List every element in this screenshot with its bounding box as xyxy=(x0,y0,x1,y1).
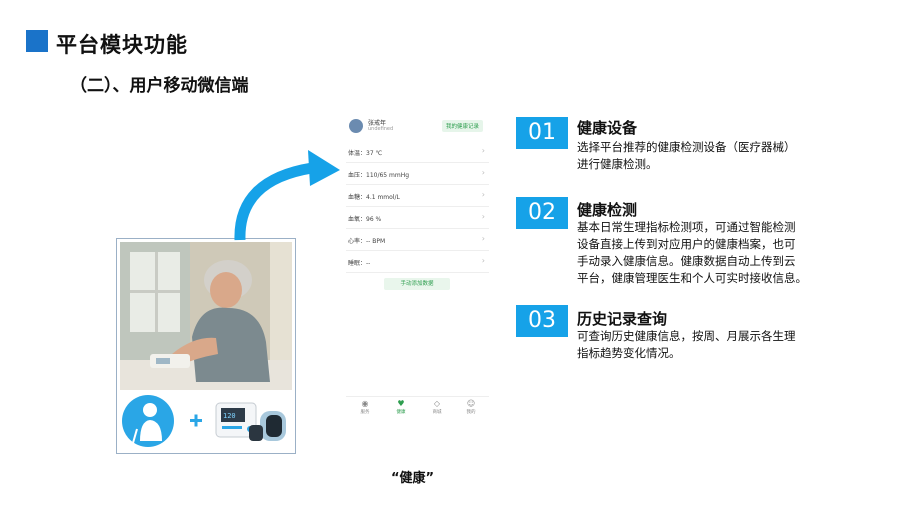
description-line: 手动录入健康信息。健康数据自动上传到云 xyxy=(577,254,796,268)
metric-row-heart-rate[interactable]: 心率：-- BPM › xyxy=(346,228,489,251)
feature-description: 选择平台推荐的健康检测设备（医疗器械） 进行健康检测。 xyxy=(577,139,847,173)
plus-icon xyxy=(190,414,202,427)
tab-label: 我的 xyxy=(466,410,476,415)
description-line: 基本日常生理指标检测项，可通过智能检测 xyxy=(577,220,796,234)
feature-number-badge: 01 xyxy=(516,117,568,149)
feature-title: 健康检测 xyxy=(577,201,638,219)
chevron-right-icon: › xyxy=(481,168,485,177)
metric-label: 血氧：96 % xyxy=(348,216,382,223)
health-record-button[interactable]: 我的健康记录 xyxy=(441,120,483,132)
description-line: 可查询历史健康信息，按周、月展示各生理 xyxy=(577,329,796,343)
tab-mine[interactable]: ☺ 我的 xyxy=(456,399,486,415)
chevron-right-icon: › xyxy=(481,212,485,221)
tab-service[interactable]: ◉ 服务 xyxy=(350,399,380,415)
svg-text:120: 120 xyxy=(223,412,236,420)
user-photo-card: 120 xyxy=(116,238,296,454)
user-subtitle: undefined xyxy=(368,126,394,132)
elderly-user-photo xyxy=(120,242,292,390)
feature-description: 基本日常生理指标检测项，可通过智能检测 设备直接上传到对应用户的健康档案，也可 … xyxy=(577,219,847,287)
tab-mall[interactable]: ◇ 商城 xyxy=(422,399,452,415)
phone-screen: 张戒年 undefined 我的健康记录 体温：37 ℃ › 血压：110/65… xyxy=(340,110,495,420)
metric-label: 心率：-- BPM xyxy=(348,238,386,245)
chevron-right-icon: › xyxy=(481,256,485,265)
slide-title: 平台模块功能 xyxy=(56,33,188,57)
phone-caption: “健康” xyxy=(391,471,435,486)
metric-label: 血糖：4.1 mmol/L xyxy=(348,194,400,201)
metric-row-blood-pressure[interactable]: 血压：110/65 mmHg › xyxy=(346,162,489,185)
user-icon: ☺ xyxy=(466,399,476,408)
elderly-person-icon xyxy=(122,395,174,447)
feature-number-badge: 03 xyxy=(516,305,568,337)
tab-label: 商城 xyxy=(432,410,442,415)
target-icon: ◉ xyxy=(361,399,369,408)
chevron-right-icon: › xyxy=(481,234,485,243)
description-line: 平台，健康管理医生和个人可实时接收信息。 xyxy=(577,271,807,285)
feature-description: 可查询历史健康信息，按周、月展示各生理 指标趋势变化情况。 xyxy=(577,328,847,362)
metric-row-blood-oxygen[interactable]: 血氧：96 % › xyxy=(346,206,489,229)
description-line: 指标趋势变化情况。 xyxy=(577,346,681,360)
description-line: 设备直接上传到对应用户的健康档案，也可 xyxy=(577,237,796,251)
tab-health[interactable]: ♥ 健康 xyxy=(386,399,416,415)
phone-tab-bar: ◉ 服务 ♥ 健康 ◇ 商城 ☺ 我的 xyxy=(346,396,489,419)
description-line: 选择平台推荐的健康检测设备（医疗器械） xyxy=(577,140,796,154)
tab-label: 健康 xyxy=(396,410,406,415)
tag-icon: ◇ xyxy=(433,399,441,408)
phone-user-header: 张戒年 undefined 我的健康记录 xyxy=(346,116,489,138)
metric-row-sleep[interactable]: 睡眠：-- › xyxy=(346,250,489,273)
avatar xyxy=(349,119,363,133)
metric-row-temperature[interactable]: 体温：37 ℃ › xyxy=(346,140,489,163)
tab-label: 服务 xyxy=(360,410,370,415)
chevron-right-icon: › xyxy=(481,190,485,199)
metric-label: 血压：110/65 mmHg xyxy=(348,172,410,179)
metric-label: 体温：37 ℃ xyxy=(348,150,383,157)
manual-add-data-button[interactable]: 手动添加数据 xyxy=(384,278,450,290)
feature-number-badge: 02 xyxy=(516,197,568,229)
title-marker xyxy=(26,30,48,52)
heart-icon: ♥ xyxy=(397,399,405,408)
metric-row-blood-sugar[interactable]: 血糖：4.1 mmol/L › xyxy=(346,184,489,207)
feature-title: 历史记录查询 xyxy=(577,310,668,328)
curved-arrow-icon xyxy=(234,150,340,241)
description-line: 进行健康检测。 xyxy=(577,157,658,171)
metric-label: 睡眠：-- xyxy=(348,260,371,267)
devices-illustration: 120 xyxy=(120,393,292,449)
chevron-right-icon: › xyxy=(481,146,485,155)
feature-title: 健康设备 xyxy=(577,119,638,137)
slide-subtitle: （二）、用户移动微信端 xyxy=(70,76,249,96)
